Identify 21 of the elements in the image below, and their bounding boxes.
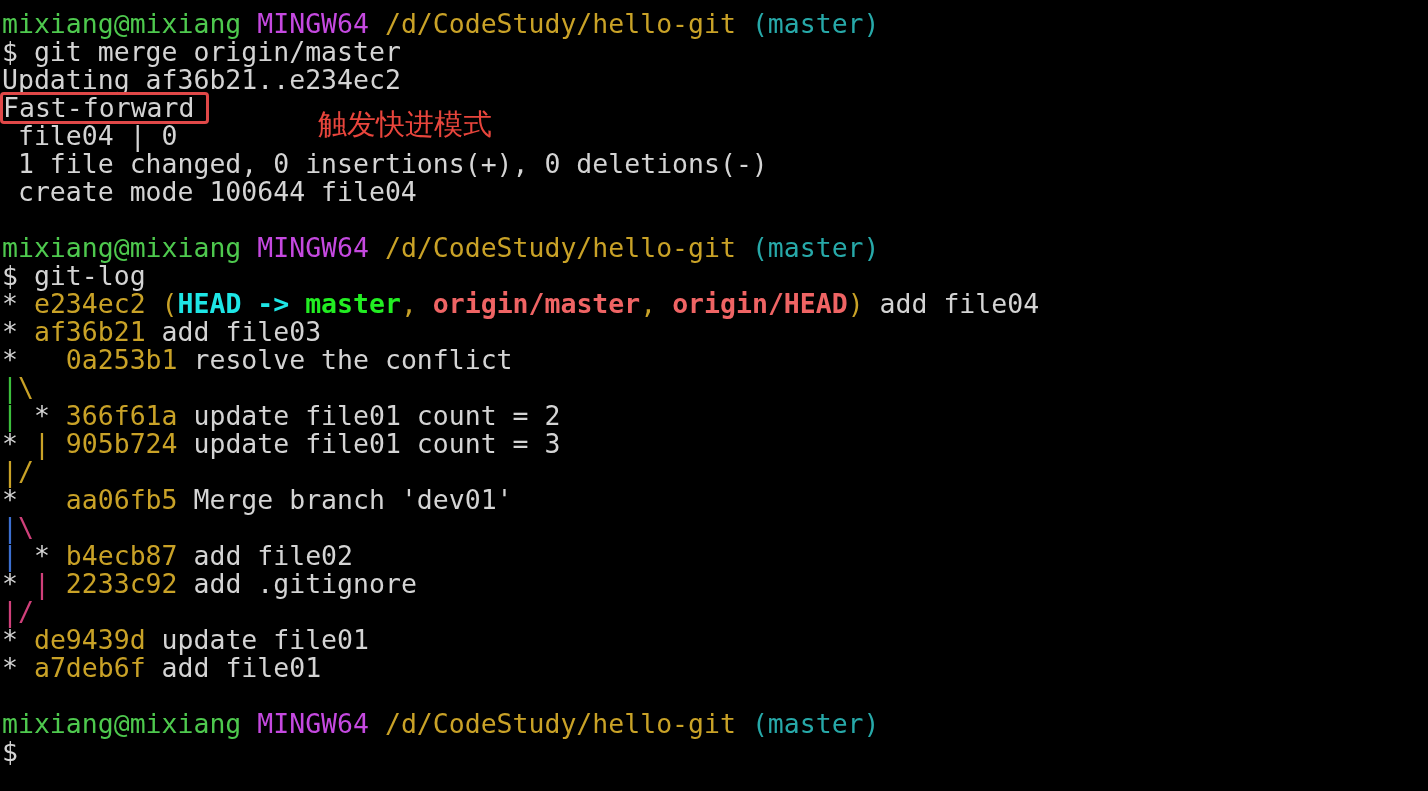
- terminal-line: mixiang@mixiang MINGW64 /d/CodeStudy/hello-git (master): [2, 710, 880, 738]
- terminal-line: * af36b21 add file03: [2, 318, 322, 346]
- terminal-line: * a7deb6f add file01: [2, 654, 322, 682]
- terminal-line: create mode 100644 file04: [16, 178, 417, 206]
- terminal-line: mixiang@mixiang MINGW64 /d/CodeStudy/hello-git (master): [2, 10, 880, 38]
- terminal-line: Updating af36b21..e234ec2: [2, 66, 401, 94]
- terminal-line: * 0a253b1 resolve the conflict: [2, 346, 513, 374]
- terminal-line: file04 | 0: [16, 122, 178, 150]
- terminal-line: $ git-log: [2, 262, 146, 290]
- terminal-line: |/: [2, 598, 34, 626]
- terminal-line: 1 file changed, 0 insertions(+), 0 deletions(-): [16, 150, 768, 178]
- terminal-line: $: [2, 738, 18, 766]
- terminal-line: * aa06fb5 Merge branch 'dev01': [2, 486, 513, 514]
- annotation-text: 触发快进模式: [318, 106, 492, 142]
- terminal-line: $ git merge origin/master: [2, 38, 401, 66]
- terminal-line: * de9439d update file01: [2, 626, 369, 654]
- terminal-line: |/: [2, 458, 34, 486]
- terminal-line: mixiang@mixiang MINGW64 /d/CodeStudy/hello-git (master): [2, 234, 880, 262]
- terminal-line: * e234ec2 (HEAD -> master, origin/master, origin/HEAD) add file04: [2, 290, 1040, 318]
- terminal-line: |\: [2, 514, 34, 542]
- terminal-line: |\: [2, 374, 34, 402]
